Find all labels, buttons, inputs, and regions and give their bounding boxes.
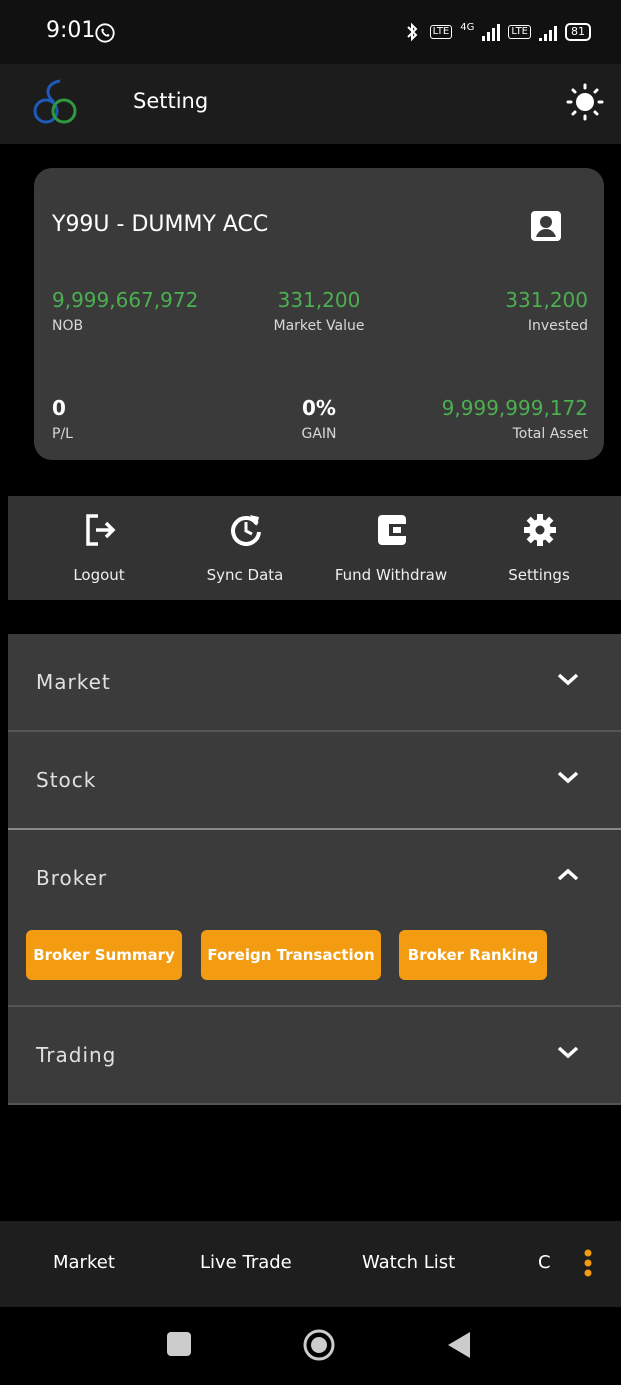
logout-button[interactable]: Logout <box>26 496 172 600</box>
nav-truncated-item[interactable]: C <box>538 1252 551 1273</box>
more-vert-icon[interactable] <box>584 1249 592 1277</box>
pl-label: P/L <box>52 426 73 442</box>
account-name: Y99U - DUMMY ACC <box>52 212 269 237</box>
wallet-icon <box>378 515 406 545</box>
chevron-down-icon <box>557 1046 579 1059</box>
app-logo <box>33 79 77 124</box>
nob-label: NOB <box>52 318 84 334</box>
broker-summary-button[interactable]: Broker Summary <box>26 930 182 980</box>
fund-withdraw-label: Fund Withdraw <box>334 566 448 584</box>
sync-icon <box>231 515 261 546</box>
gain-value: 0% <box>302 396 336 420</box>
profile-icon[interactable] <box>530 210 562 242</box>
chevron-up-icon <box>557 868 579 881</box>
sync-data-button[interactable]: Sync Data <box>172 496 318 600</box>
recents-icon[interactable] <box>166 1331 192 1357</box>
page-title: Setting <box>133 89 209 113</box>
nob-value: 9,999,667,972 <box>52 288 199 312</box>
section-broker[interactable]: Broker <box>8 830 621 926</box>
market-value-label: Market Value <box>273 318 365 334</box>
section-market[interactable]: Market <box>8 634 621 730</box>
total-asset-value: 9,999,999,172 <box>441 396 588 420</box>
network-type: 4G <box>460 22 475 33</box>
gear-icon <box>524 514 556 546</box>
back-icon[interactable] <box>446 1330 472 1360</box>
section-broker-label: Broker <box>36 866 108 890</box>
section-trading[interactable]: Trading <box>8 1007 621 1103</box>
gain-label: GAIN <box>301 426 337 442</box>
signal-icon-2 <box>539 23 557 41</box>
nav-live-trade[interactable]: Live Trade <box>200 1252 292 1273</box>
logout-label: Logout <box>73 566 125 584</box>
fund-withdraw-button[interactable]: Fund Withdraw <box>318 496 464 600</box>
lte-badge: LTE <box>429 25 453 39</box>
pl-value: 0 <box>52 396 66 420</box>
section-market-label: Market <box>36 670 111 694</box>
broker-ranking-button[interactable]: Broker Ranking <box>399 930 547 980</box>
divider <box>8 1103 621 1105</box>
settings-label: Settings <box>508 566 570 584</box>
market-value: 331,200 <box>277 288 361 312</box>
nav-watch-list[interactable]: Watch List <box>362 1252 455 1273</box>
settings-button[interactable]: Settings <box>466 496 612 600</box>
chevron-down-icon <box>557 771 579 784</box>
section-stock[interactable]: Stock <box>8 732 621 828</box>
theme-toggle-icon[interactable] <box>565 82 605 122</box>
chevron-down-icon <box>557 673 579 686</box>
invested-value: 331,200 <box>505 288 588 312</box>
status-time: 9:01 <box>46 18 96 43</box>
battery-icon: 81 <box>565 23 591 41</box>
section-trading-label: Trading <box>36 1043 117 1067</box>
sync-data-label: Sync Data <box>206 566 284 584</box>
foreign-transaction-button[interactable]: Foreign Transaction <box>201 930 381 980</box>
nav-market[interactable]: Market <box>53 1252 115 1273</box>
bluetooth-icon <box>406 22 418 42</box>
total-asset-label: Total Asset <box>512 426 588 442</box>
logout-icon <box>86 514 116 546</box>
home-icon[interactable] <box>302 1328 336 1362</box>
lte-badge-2: LTE <box>508 25 531 39</box>
section-stock-label: Stock <box>36 768 97 792</box>
invested-label: Invested <box>527 318 588 334</box>
whatsapp-icon <box>95 23 115 43</box>
signal-icon <box>482 23 501 41</box>
app-bar <box>0 64 621 144</box>
status-icons: LTE 4G LTE 81 <box>402 22 591 42</box>
